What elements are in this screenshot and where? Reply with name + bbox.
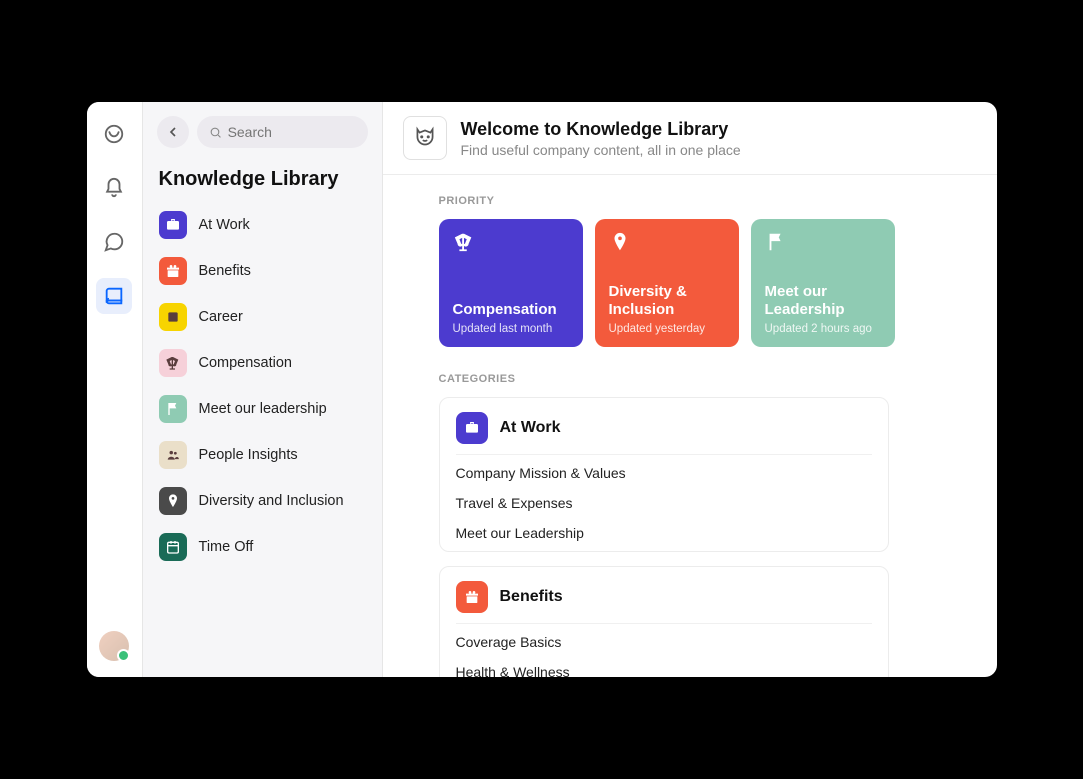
header-subtitle: Find useful company content, all in one … [461,142,741,158]
app-window: Knowledge Library At Work Benefits Career C… [87,102,997,677]
sidebar-list: At Work Benefits Career Compensation Meet ou… [157,209,368,563]
sidebar-item-icon [159,533,187,561]
priority-card-title: Meet our Leadership [765,283,881,319]
sidebar-item-icon [159,303,187,331]
sidebar-item[interactable]: Meet our leadership [157,393,368,425]
main-content: Priority Compensation Updated last month D… [383,175,997,677]
sidebar-item-label: Benefits [199,263,251,279]
priority-card[interactable]: Diversity & Inclusion Updated yesterday [595,219,739,347]
sidebar-item-icon [159,395,187,423]
sidebar-item[interactable]: Benefits [157,255,368,287]
search-icon [209,125,222,140]
search-input[interactable] [228,124,356,140]
sidebar-item-icon [159,487,187,515]
sidebar-item-label: Meet our leadership [199,401,327,417]
category-title: Benefits [500,588,563,606]
sidebar-item-label: People Insights [199,447,298,463]
priority-card[interactable]: Meet our Leadership Updated 2 hours ago [751,219,895,347]
sidebar-item[interactable]: At Work [157,209,368,241]
category-icon [456,412,488,444]
sidebar-item-icon [159,211,187,239]
sidebar-item-label: Diversity and Inclusion [199,493,344,509]
sidebar-item-label: Career [199,309,243,325]
priority-card-icon [453,231,477,255]
category-link[interactable]: Coverage Basics [456,634,872,654]
sidebar-item-label: Compensation [199,355,293,371]
sidebar-item[interactable]: People Insights [157,439,368,471]
header-title: Welcome to Knowledge Library [461,119,741,140]
rail-home[interactable] [96,116,132,152]
category-link[interactable]: Company Mission & Values [456,465,872,485]
rail-notifications[interactable] [96,170,132,206]
categories-list: At Work Company Mission & Values Travel & … [439,397,967,677]
priority-card[interactable]: Compensation Updated last month [439,219,583,347]
sidebar: Knowledge Library At Work Benefits Career C… [143,102,383,677]
header-cat-icon [403,116,447,160]
user-avatar[interactable] [99,631,129,661]
priority-card-icon [609,231,633,255]
category-card: Benefits Coverage Basics Health & Wellness [439,566,889,677]
priority-cards: Compensation Updated last month Diversity … [439,219,967,347]
category-link[interactable]: Travel & Expenses [456,495,872,515]
category-link[interactable]: Health & Wellness [456,664,872,677]
priority-card-icon [765,231,789,255]
rail-library[interactable] [96,278,132,314]
category-link[interactable]: Meet our Leadership [456,525,872,545]
category-icon [456,581,488,613]
sidebar-item[interactable]: Diversity and Inclusion [157,485,368,517]
category-card: At Work Company Mission & Values Travel & … [439,397,889,552]
priority-card-subtitle: Updated 2 hours ago [765,323,881,335]
back-button[interactable] [157,116,189,148]
sidebar-item[interactable]: Compensation [157,347,368,379]
sidebar-item[interactable]: Career [157,301,368,333]
sidebar-item-icon [159,349,187,377]
nav-rail [87,102,143,677]
main-header: Welcome to Knowledge Library Find useful… [383,102,997,175]
search-box[interactable] [197,116,368,148]
priority-card-subtitle: Updated yesterday [609,323,725,335]
categories-label: Categories [439,373,967,385]
sidebar-item[interactable]: Time Off [157,531,368,563]
sidebar-item-label: At Work [199,217,250,233]
priority-card-title: Diversity & Inclusion [609,283,725,319]
sidebar-item-icon [159,441,187,469]
priority-card-title: Compensation [453,301,569,319]
sidebar-item-label: Time Off [199,539,254,555]
rail-chat[interactable] [96,224,132,260]
main-panel: Welcome to Knowledge Library Find useful… [383,102,997,677]
priority-card-subtitle: Updated last month [453,323,569,335]
sidebar-title: Knowledge Library [157,168,368,191]
priority-label: Priority [439,195,967,207]
category-title: At Work [500,419,561,437]
sidebar-item-icon [159,257,187,285]
